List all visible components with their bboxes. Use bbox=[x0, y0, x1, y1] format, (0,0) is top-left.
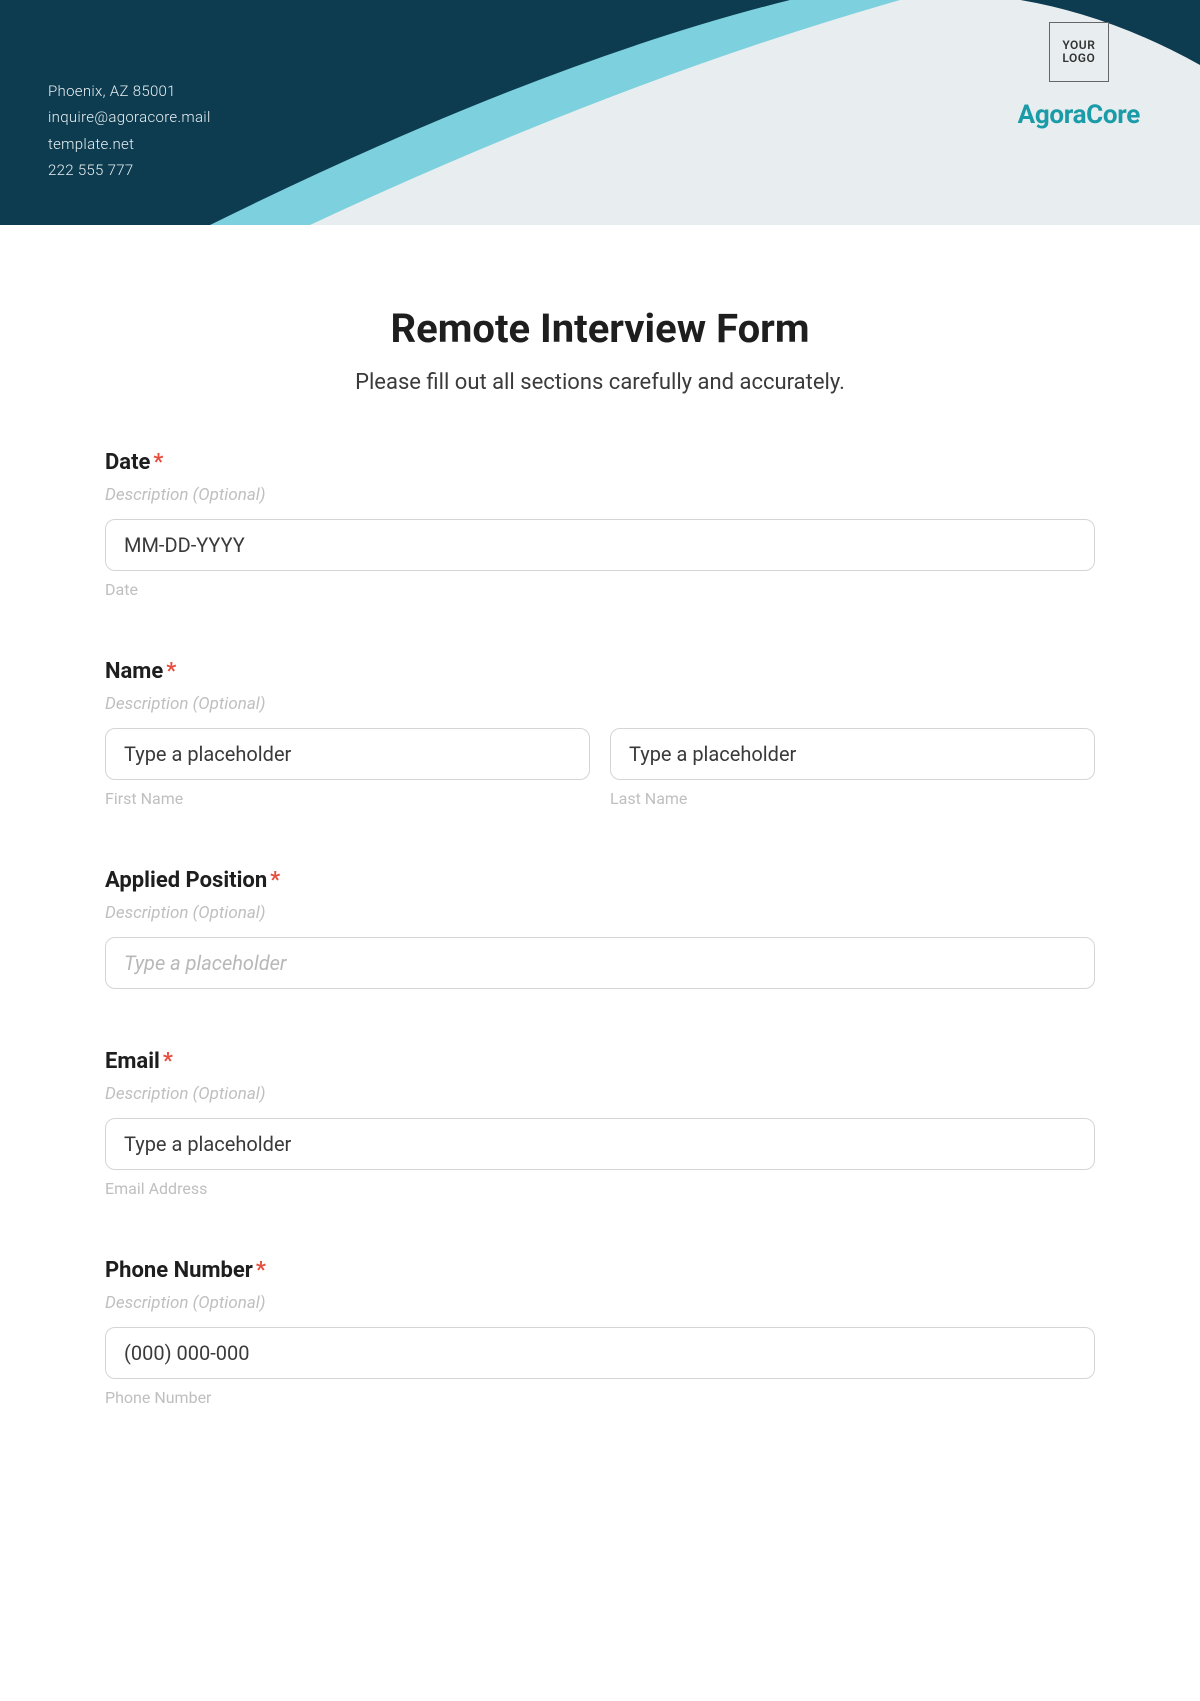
date-label: Date* bbox=[105, 450, 1095, 475]
contact-website: template.net bbox=[48, 131, 211, 157]
contact-address: Phoenix, AZ 85001 bbox=[48, 78, 211, 104]
position-description: Description (Optional) bbox=[105, 903, 1095, 923]
first-name-sublabel: First Name bbox=[105, 789, 590, 808]
field-phone: Phone Number* Description (Optional) Pho… bbox=[105, 1258, 1095, 1407]
position-input[interactable] bbox=[105, 937, 1095, 989]
email-label: Email* bbox=[105, 1049, 1095, 1074]
email-sublabel: Email Address bbox=[105, 1179, 1095, 1198]
form-title: Remote Interview Form bbox=[105, 305, 1095, 352]
logo-placeholder: YOUR LOGO bbox=[1049, 22, 1109, 82]
field-email: Email* Description (Optional) Email Addr… bbox=[105, 1049, 1095, 1198]
name-label: Name* bbox=[105, 659, 1095, 684]
first-name-input[interactable] bbox=[105, 728, 590, 780]
phone-label-text: Phone Number bbox=[105, 1258, 253, 1283]
date-description: Description (Optional) bbox=[105, 485, 1095, 505]
required-marker: * bbox=[153, 450, 163, 475]
phone-input[interactable] bbox=[105, 1327, 1095, 1379]
name-description: Description (Optional) bbox=[105, 694, 1095, 714]
email-description: Description (Optional) bbox=[105, 1084, 1095, 1104]
phone-label: Phone Number* bbox=[105, 1258, 1095, 1283]
phone-sublabel: Phone Number bbox=[105, 1388, 1095, 1407]
form-body: Remote Interview Form Please fill out al… bbox=[0, 225, 1200, 1507]
email-input[interactable] bbox=[105, 1118, 1095, 1170]
last-name-input[interactable] bbox=[610, 728, 1095, 780]
contact-info: Phoenix, AZ 85001 inquire@agoracore.mail… bbox=[48, 78, 211, 183]
date-label-text: Date bbox=[105, 450, 150, 475]
brand-name: AgoraCore bbox=[1018, 100, 1140, 130]
page-header: Phoenix, AZ 85001 inquire@agoracore.mail… bbox=[0, 0, 1200, 225]
phone-description: Description (Optional) bbox=[105, 1293, 1095, 1313]
field-date: Date* Description (Optional) Date bbox=[105, 450, 1095, 599]
field-position: Applied Position* Description (Optional) bbox=[105, 868, 1095, 989]
field-name: Name* Description (Optional) First Name … bbox=[105, 659, 1095, 808]
form-subtitle: Please fill out all sections carefully a… bbox=[105, 370, 1095, 395]
contact-phone: 222 555 777 bbox=[48, 157, 211, 183]
required-marker: * bbox=[256, 1258, 266, 1283]
required-marker: * bbox=[270, 868, 280, 893]
required-marker: * bbox=[166, 659, 176, 684]
required-marker: * bbox=[163, 1049, 173, 1074]
contact-email: inquire@agoracore.mail bbox=[48, 104, 211, 130]
position-label: Applied Position* bbox=[105, 868, 1095, 893]
logo-text: YOUR LOGO bbox=[1062, 39, 1095, 65]
date-sublabel: Date bbox=[105, 580, 1095, 599]
name-label-text: Name bbox=[105, 659, 163, 684]
position-label-text: Applied Position bbox=[105, 868, 267, 893]
email-label-text: Email bbox=[105, 1049, 160, 1074]
brand-block: YOUR LOGO AgoraCore bbox=[1018, 22, 1140, 130]
last-name-sublabel: Last Name bbox=[610, 789, 1095, 808]
date-input[interactable] bbox=[105, 519, 1095, 571]
